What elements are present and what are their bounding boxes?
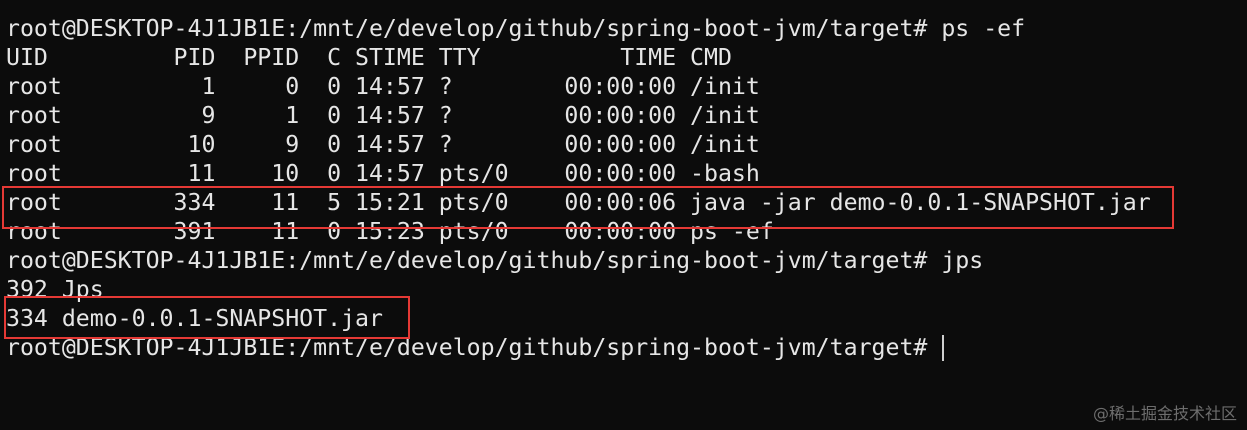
terminal-line-process-10: root 10 9 0 14:57 ? 00:00:00 /init <box>6 131 760 158</box>
highlight-box-jps-demo <box>4 296 410 339</box>
terminal-line-process-1: root 1 0 0 14:57 ? 00:00:00 /init <box>6 73 760 100</box>
highlight-box-java-process <box>2 186 1174 229</box>
terminal-window[interactable]: root@DESKTOP-4J1JB1E:/mnt/e/develop/gith… <box>0 0 1247 430</box>
text-cursor <box>942 335 944 361</box>
terminal-line-process-9: root 9 1 0 14:57 ? 00:00:00 /init <box>6 102 760 129</box>
terminal-line-process-11: root 11 10 0 14:57 pts/0 00:00:00 -bash <box>6 160 760 187</box>
watermark: @稀土掘金技术社区 <box>1092 404 1237 423</box>
terminal-line-ps-header: UID PID PPID C STIME TTY TIME CMD <box>6 44 732 71</box>
terminal-line-prompt-jps: root@DESKTOP-4J1JB1E:/mnt/e/develop/gith… <box>6 247 984 274</box>
terminal-line-prompt-ps: root@DESKTOP-4J1JB1E:/mnt/e/develop/gith… <box>6 15 1026 42</box>
